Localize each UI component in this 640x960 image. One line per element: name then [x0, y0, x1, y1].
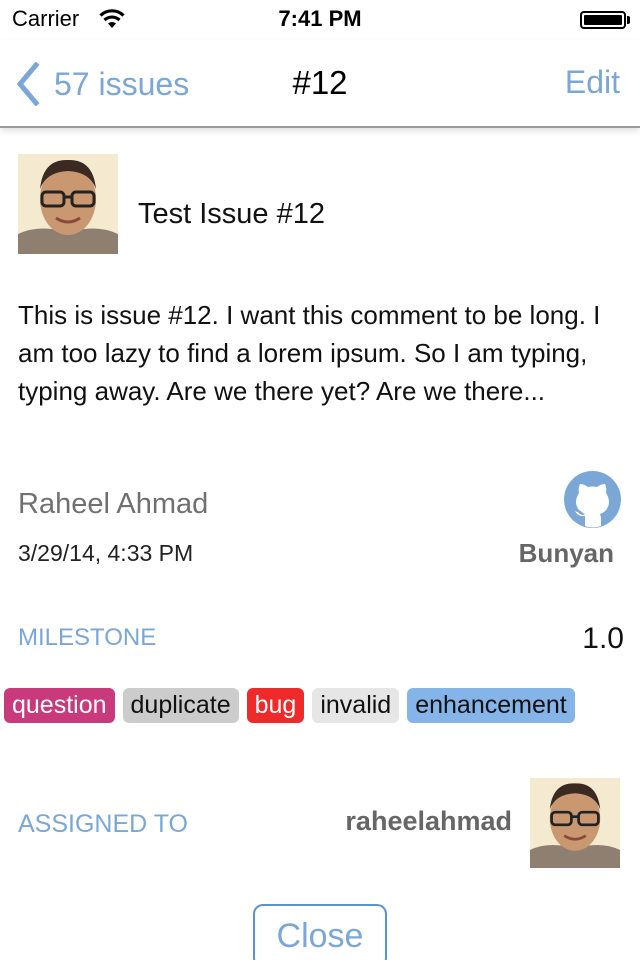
label-chip-question[interactable]: question — [4, 688, 115, 723]
milestone-label: MILESTONE — [18, 624, 157, 651]
label-chip-enhancement[interactable]: enhancement — [407, 688, 575, 723]
label-chip-duplicate[interactable]: duplicate — [122, 688, 239, 723]
battery-icon — [580, 11, 626, 29]
page-title: #12 — [292, 64, 348, 101]
label-chip-invalid[interactable]: invalid — [312, 688, 400, 723]
author-avatar — [18, 154, 118, 254]
label-chip-bug[interactable]: bug — [246, 688, 305, 723]
person-photo-icon — [530, 778, 620, 868]
labels-list: question duplicate bug invalid enhancement — [4, 688, 575, 723]
assigned-to-label: ASSIGNED TO — [18, 810, 188, 838]
close-button[interactable]: Close — [253, 904, 387, 960]
issue-body: This is issue #12. I want this comment t… — [18, 300, 601, 406]
created-date: 3/29/14, 4:33 PM — [18, 540, 194, 566]
repository-name[interactable]: Bunyan — [519, 538, 614, 569]
milestone-value: 1.0 — [582, 622, 624, 655]
status-time: 7:41 PM — [278, 6, 362, 31]
edit-button[interactable]: Edit — [565, 64, 620, 101]
issue-title: Test Issue #12 — [138, 198, 325, 230]
person-photo-icon — [18, 154, 118, 254]
github-octocat-icon — [564, 471, 621, 528]
assignee-avatar[interactable] — [530, 778, 620, 868]
assignee-name: raheelahmad — [345, 806, 512, 836]
author-name: Raheel Ahmad — [18, 488, 209, 520]
battery-fill — [584, 15, 622, 25]
battery-nub — [627, 16, 630, 24]
navigation-bar: 57 issues #12 Edit — [0, 40, 640, 128]
status-bar: Carrier 7:41 PM — [0, 0, 640, 40]
